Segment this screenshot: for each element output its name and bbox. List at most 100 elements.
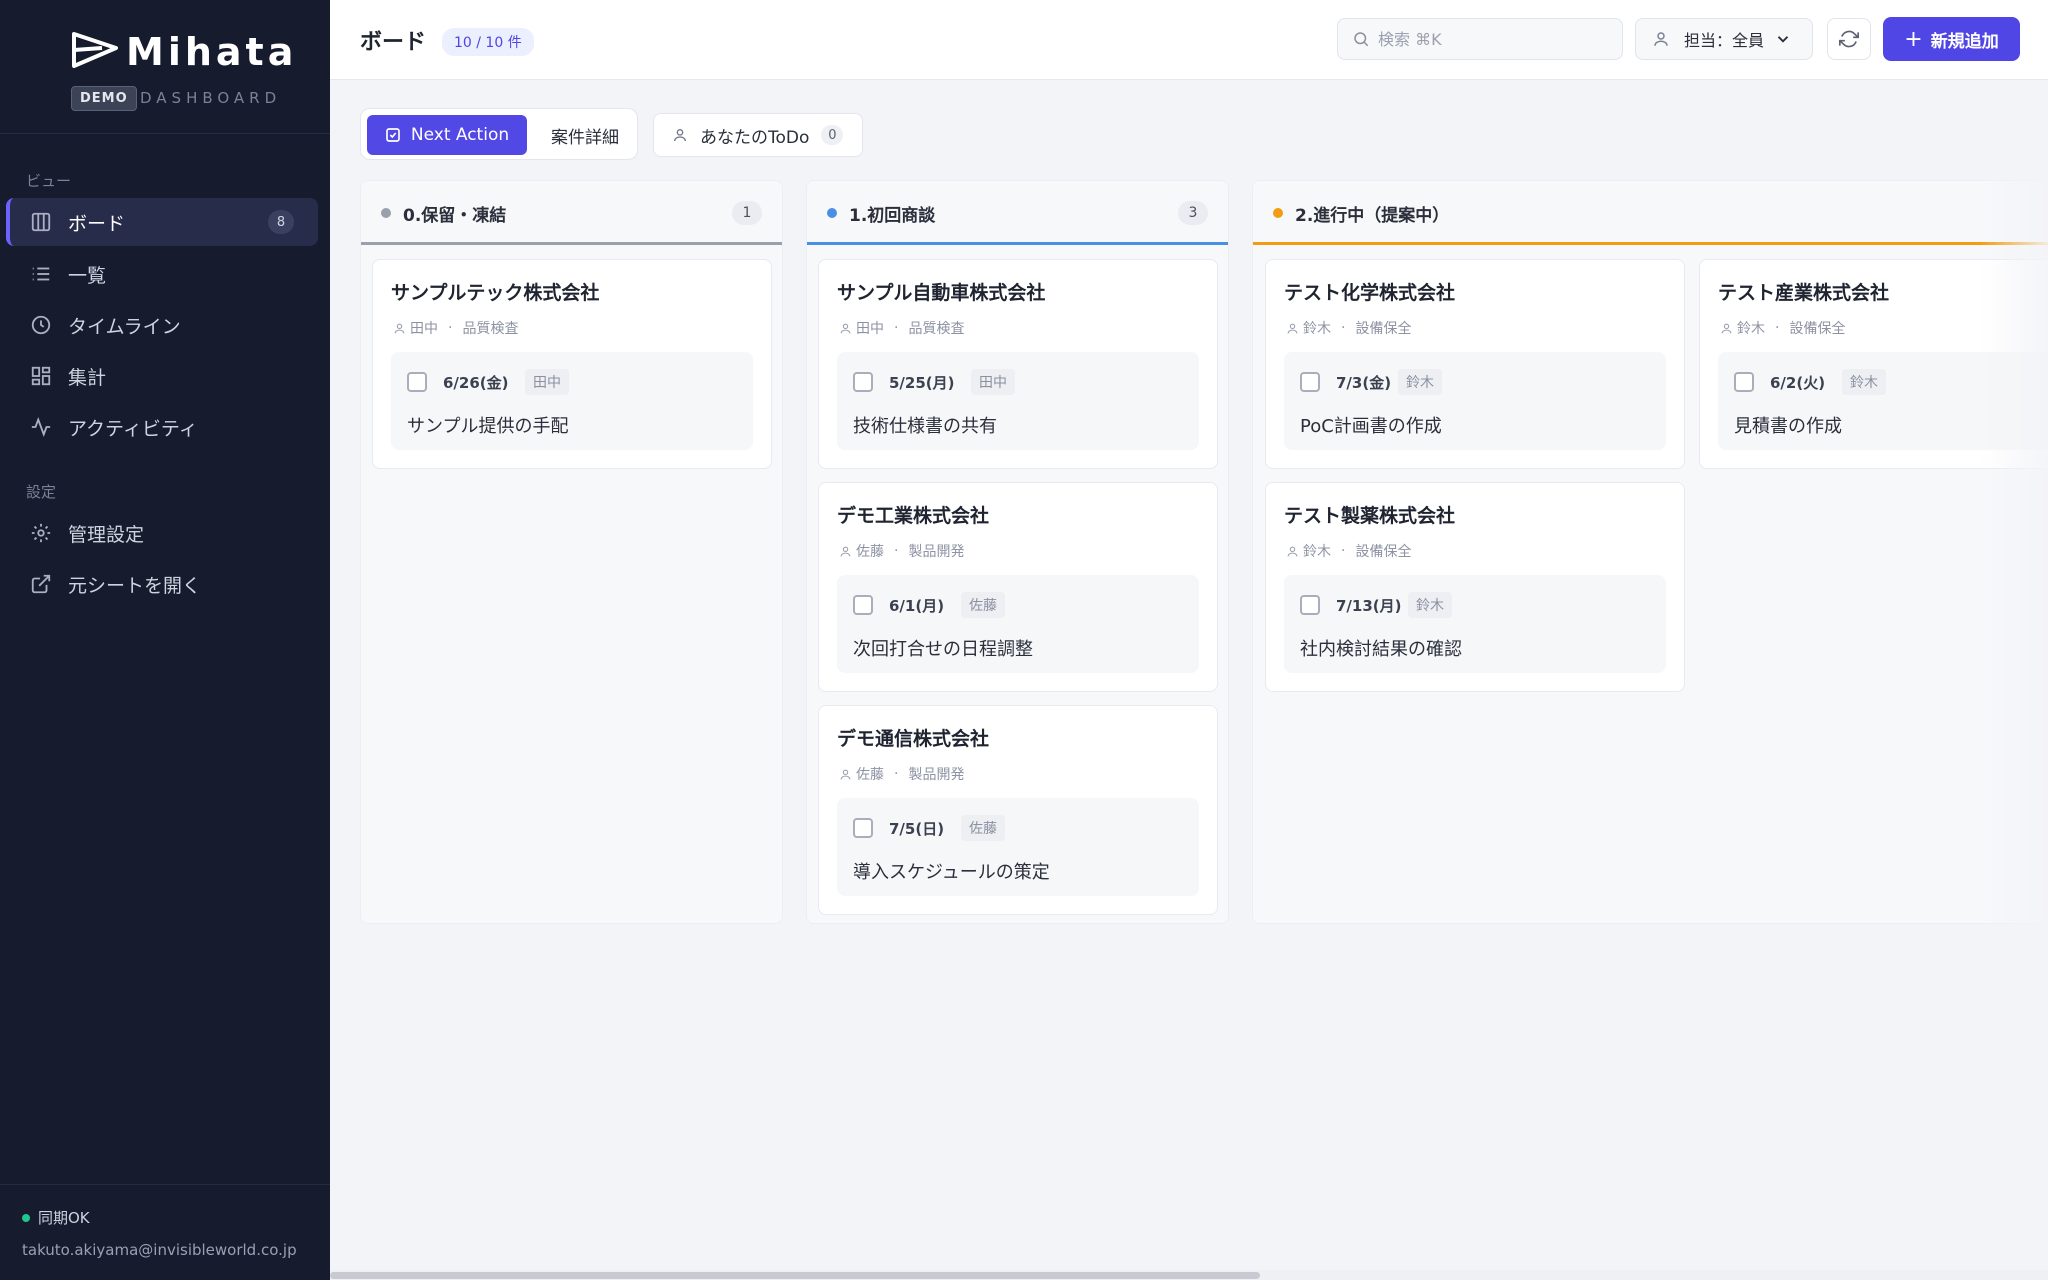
task-checkbox[interactable] [1300,595,1320,615]
column-title: 0.保留・凍結 [403,206,507,226]
section-label-view: ビュー [26,172,72,190]
card-dept: 製品開発 [908,544,965,560]
sidebar-item-open-sheet[interactable]: 元シートを開く [6,560,318,608]
sidebar-item-list[interactable]: 一覧 [6,250,318,298]
deal-card[interactable]: サンプルテック株式会社 田中 · 品質検査 6/26(金) 田中 サンプル提供の… [372,259,772,469]
column-count: 3 [1178,201,1208,225]
meta-separator: · [894,320,899,336]
card-company: サンプルテック株式会社 [391,282,600,304]
sidebar-item-activity[interactable]: アクティビティ [6,403,318,451]
scrollbar-thumb[interactable] [330,1272,1260,1279]
user-icon [840,323,851,333]
list-icon [30,263,52,285]
card-owner: 鈴木 [1737,321,1765,337]
app-subtitle: DASHBOARD [140,89,282,107]
tab-details[interactable]: 案件詳細 [539,115,631,155]
task-owner-tag: 鈴木 [1398,369,1442,395]
deal-card[interactable]: デモ通信株式会社 佐藤 · 製品開発 7/5(日) 佐藤 導入スケジュールの策定 [818,705,1218,915]
sidebar-item-label: 管理設定 [68,523,145,546]
sync-status-label: 同期OK [38,1209,90,1227]
card-dept: 設備保全 [1355,544,1412,560]
next-action-task: 7/5(日) 佐藤 導入スケジュールの策定 [837,798,1199,896]
card-company: デモ通信株式会社 [837,728,990,750]
task-text: 導入スケジュールの策定 [853,862,1050,883]
search-input[interactable] [1378,29,1608,49]
card-meta: 佐藤 · 製品開発 [839,764,964,784]
task-text: 次回打合せの日程調整 [853,639,1033,660]
card-meta: 田中 · 品質検査 [839,318,964,338]
card-owner: 佐藤 [856,544,884,560]
card-dept: 設備保全 [1355,321,1412,337]
user-icon [674,129,686,142]
user-icon [1287,546,1298,556]
card-dept: 品質検査 [462,321,519,337]
card-owner: 鈴木 [1303,321,1331,337]
task-checkbox[interactable] [1734,372,1754,392]
column-header: 2.進行中（提案中） [1253,181,2048,245]
gear-icon [30,522,52,544]
status-dot-icon [1273,208,1283,218]
task-date: 5/25(月) [889,374,955,392]
refresh-button[interactable] [1827,18,1871,60]
horizontal-scrollbar[interactable] [330,1270,2048,1280]
column-count: 1 [732,201,762,225]
task-checkbox[interactable] [853,818,873,838]
sidebar-footer: 同期OK takuto.akiyama@invisibleworld.co.jp [0,1184,330,1280]
deal-card[interactable]: テスト産業株式会社 鈴木 · 設備保全 6/2(火) 鈴木 見積書の作成 [1699,259,2048,469]
task-checkbox[interactable] [853,372,873,392]
task-checkbox[interactable] [853,595,873,615]
sidebar-item-summary[interactable]: 集計 [6,352,318,400]
card-company: テスト産業株式会社 [1718,282,1890,304]
sidebar-item-admin-settings[interactable]: 管理設定 [6,509,318,557]
chevron-down-icon [1777,36,1789,43]
task-checkbox[interactable] [1300,372,1320,392]
demo-badge: DEMO [71,86,137,111]
card-meta: 佐藤 · 製品開発 [839,541,964,561]
status-dot-icon [827,208,837,218]
view-tab-group: Next Action 案件詳細 [360,108,638,160]
tab-next-action[interactable]: Next Action [367,115,527,155]
deal-card[interactable]: デモ工業株式会社 佐藤 · 製品開発 6/1(月) 佐藤 次回打合せの日程調整 [818,482,1218,692]
sidebar-item-label: 一覧 [68,264,107,287]
meta-separator: · [1775,320,1780,336]
task-date: 7/3(金) [1336,374,1392,392]
activity-icon [30,416,52,438]
add-new-label: 新規追加 [1930,31,1999,52]
tab-label: 案件詳細 [551,127,619,148]
board-column: 2.進行中（提案中） テスト化学株式会社 鈴木 · 設備保全 7/3(金) 鈴木… [1252,180,2048,924]
card-dept: 品質検査 [908,321,965,337]
task-owner-tag: 佐藤 [961,592,1005,618]
add-new-button[interactable]: + 新規追加 [1883,17,2020,61]
sidebar: Mihata DEMO DASHBOARD ビュー ボード 8 一覧 タイムライ… [0,0,330,1280]
sidebar-item-label: 元シートを開く [68,574,202,597]
task-owner-tag: 田中 [971,369,1015,395]
board-column: 1.初回商談 3 サンプル自動車株式会社 田中 · 品質検査 5/25(月) 田… [806,180,1229,924]
task-date: 6/1(月) [889,597,945,615]
todo-label: あなたのToDo [700,127,810,148]
task-owner-tag: 鈴木 [1408,592,1452,618]
user-icon [394,323,405,333]
deal-card[interactable]: テスト製薬株式会社 鈴木 · 設備保全 7/13(月) 鈴木 社内検討結果の確認 [1265,482,1685,692]
sidebar-item-label: アクティビティ [68,417,198,440]
task-date: 7/5(日) [889,820,945,838]
task-owner-tag: 田中 [525,369,569,395]
task-owner-tag: 鈴木 [1842,369,1886,395]
card-company: サンプル自動車株式会社 [837,282,1046,304]
task-date: 6/2(火) [1770,374,1826,392]
refresh-icon [1839,30,1859,48]
grid-icon [30,365,52,387]
next-action-task: 5/25(月) 田中 技術仕様書の共有 [837,352,1199,450]
card-company: テスト化学株式会社 [1284,282,1456,304]
sidebar-item-board[interactable]: ボード 8 [6,198,318,246]
my-todo-filter[interactable]: あなたのToDo 0 [653,113,863,157]
search-box[interactable] [1337,18,1623,60]
deal-card[interactable]: サンプル自動車株式会社 田中 · 品質検査 5/25(月) 田中 技術仕様書の共… [818,259,1218,469]
task-date: 6/26(金) [443,374,509,392]
sidebar-item-timeline[interactable]: タイムライン [6,301,318,349]
card-owner: 佐藤 [856,767,884,783]
deal-card[interactable]: テスト化学株式会社 鈴木 · 設備保全 7/3(金) 鈴木 PoC計画書の作成 [1265,259,1685,469]
card-dept: 設備保全 [1789,321,1846,337]
assignee-filter-dropdown[interactable]: 担当：全員 [1635,18,1813,60]
task-checkbox[interactable] [407,372,427,392]
board-icon [30,211,52,233]
